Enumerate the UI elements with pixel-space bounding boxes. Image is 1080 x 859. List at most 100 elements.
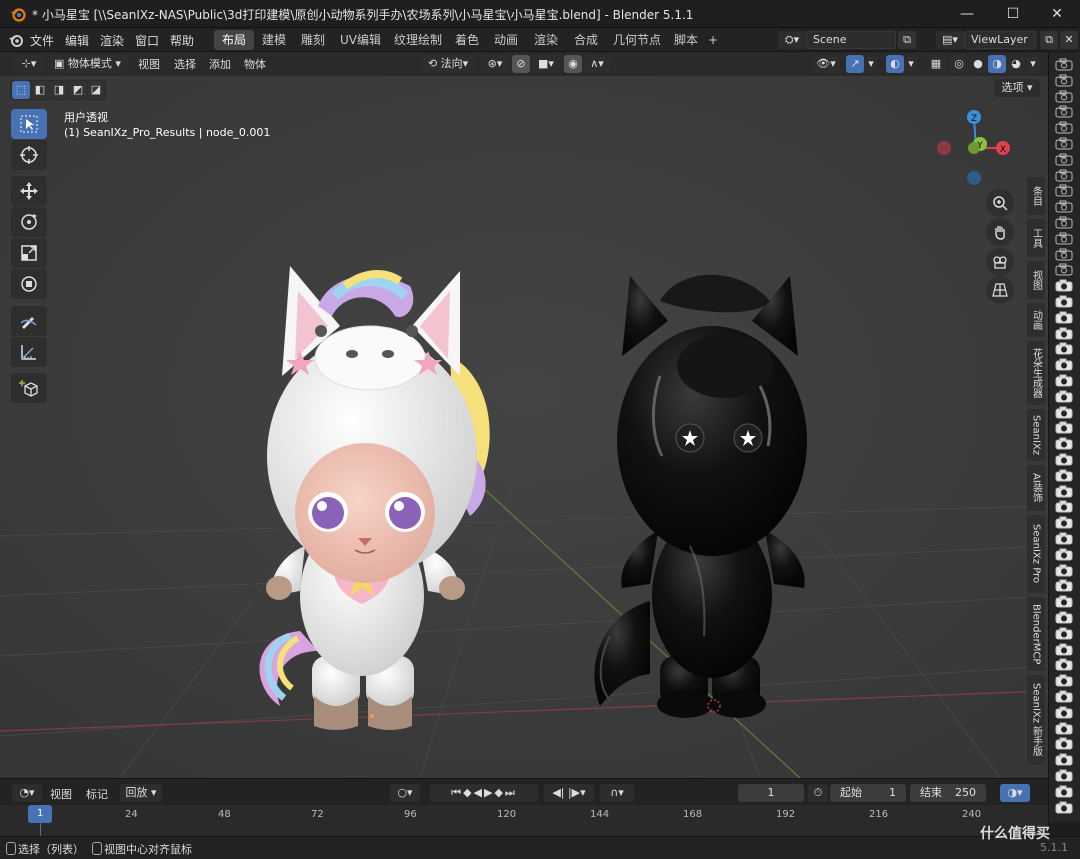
tab-texture-paint[interactable]: 纹理绘制 [386, 30, 450, 50]
menu-window[interactable]: 窗口 [135, 32, 159, 49]
sidebar-tab-item[interactable]: 条目 [1026, 176, 1046, 216]
sidebar-tab-blendermcp[interactable]: BlenderMCP [1026, 596, 1046, 672]
tab-layout[interactable]: 布局 [214, 30, 255, 50]
select-extend-icon[interactable]: ◧ [31, 81, 49, 99]
snap-target-icon[interactable]: ■▾ [532, 55, 560, 73]
start-frame-field[interactable]: 起始 1 [830, 784, 906, 802]
close-button[interactable]: ✕ [1042, 4, 1072, 24]
mode-selector[interactable]: ▣ 物体模式 ▾ [48, 55, 128, 73]
visibility-icon[interactable]: 👁▾ [812, 55, 840, 73]
copy-viewlayer-icon[interactable]: ⧉ [1040, 31, 1058, 49]
render-toggle-camera-icon[interactable] [1055, 532, 1073, 545]
gizmo-dropdown-icon[interactable]: ▾ [864, 55, 878, 73]
select-new-icon[interactable]: ⬚ [12, 81, 30, 99]
render-toggle-camera-icon[interactable] [1055, 216, 1073, 229]
falloff-icon[interactable]: ∧▾ [584, 55, 610, 73]
shading-dropdown-icon[interactable]: ▾ [1026, 55, 1040, 73]
render-toggle-camera-icon[interactable] [1055, 769, 1073, 782]
proportional-edit-icon[interactable]: ◉ [564, 55, 582, 73]
remove-viewlayer-icon[interactable]: ✕ [1060, 31, 1078, 49]
rotate-tool[interactable] [11, 207, 47, 237]
render-toggle-camera-icon[interactable] [1055, 801, 1073, 814]
render-toggle-camera-icon[interactable] [1055, 74, 1073, 87]
viewport-menu-view[interactable]: 视图 [138, 56, 160, 72]
render-toggle-camera-icon[interactable] [1055, 485, 1073, 498]
render-toggle-camera-icon[interactable] [1055, 579, 1073, 592]
gizmo-toggle-icon[interactable]: ↗ [846, 55, 864, 73]
render-toggle-camera-icon[interactable] [1055, 453, 1073, 466]
render-toggle-camera-icon[interactable] [1055, 169, 1073, 182]
scale-tool[interactable] [11, 238, 47, 268]
render-toggle-camera-icon[interactable] [1055, 358, 1073, 371]
minimize-button[interactable]: — [952, 4, 982, 24]
render-toggle-camera-icon[interactable] [1055, 153, 1073, 166]
render-toggle-camera-icon[interactable] [1055, 342, 1073, 355]
tab-compositing[interactable]: 合成 [566, 30, 606, 50]
render-toggle-camera-icon[interactable] [1055, 406, 1073, 419]
solid-shading-icon[interactable]: ● [969, 55, 987, 73]
transform-tool[interactable] [11, 269, 47, 299]
timeline-menu-playback[interactable]: 回放 ▾ [120, 784, 162, 802]
keyframe-jump-controls[interactable]: ◀| |▶▾ [544, 784, 594, 802]
add-cube-tool[interactable] [11, 373, 47, 403]
render-toggle-camera-icon[interactable] [1055, 421, 1073, 434]
options-dropdown[interactable]: 选项 ▾ [994, 79, 1040, 97]
render-toggle-camera-icon[interactable] [1055, 105, 1073, 118]
navigation-gizmo[interactable]: Z X Y [930, 106, 1022, 190]
render-toggle-camera-icon[interactable] [1055, 184, 1073, 197]
transform-orientation-selector[interactable]: ⟲ 法向▾ [420, 55, 476, 73]
overlay-dropdown-icon[interactable]: ▾ [904, 55, 918, 73]
wireframe-shading-icon[interactable]: ◎ [950, 55, 968, 73]
editor-type-button[interactable]: ⊹▾ [12, 55, 46, 73]
overlay-toggle-icon[interactable]: ◐ [886, 55, 904, 73]
timeline-menu-marker[interactable]: 标记 [86, 786, 108, 802]
timeline-menu-view[interactable]: 视图 [50, 786, 72, 802]
timeline-editor-type-icon[interactable]: ◔▾ [12, 784, 42, 802]
sidebar-tab-view[interactable]: 视图 [1026, 260, 1046, 300]
tab-rendering[interactable]: 渲染 [526, 30, 566, 50]
render-toggle-camera-icon[interactable] [1055, 658, 1073, 671]
scene-selector[interactable]: Scene [806, 31, 896, 49]
render-toggle-camera-icon[interactable] [1055, 737, 1073, 750]
tab-shading[interactable]: 着色 [447, 30, 487, 50]
tab-geometry-nodes[interactable]: 几何节点 [605, 30, 669, 50]
move-tool[interactable] [11, 176, 47, 206]
render-toggle-camera-icon[interactable] [1055, 500, 1073, 513]
viewport-menu-object[interactable]: 物体 [244, 56, 266, 72]
render-toggle-camera-icon[interactable] [1055, 390, 1073, 403]
measure-tool[interactable] [11, 337, 47, 367]
pivot-point-icon[interactable]: ⊛▾ [480, 55, 510, 73]
render-toggle-camera-icon[interactable] [1055, 690, 1073, 703]
playback-controls[interactable]: ⏮◆◀▶◆⏭ [430, 784, 538, 802]
material-preview-icon[interactable]: ◑ [988, 55, 1006, 73]
render-toggle-camera-icon[interactable] [1055, 595, 1073, 608]
render-toggle-camera-icon[interactable] [1055, 58, 1073, 71]
tab-animation[interactable]: 动画 [486, 30, 526, 50]
render-toggle-camera-icon[interactable] [1055, 263, 1073, 276]
render-toggle-camera-icon[interactable] [1055, 548, 1073, 561]
render-toggle-camera-icon[interactable] [1055, 516, 1073, 529]
zoom-button[interactable] [986, 189, 1014, 217]
render-toggle-camera-icon[interactable] [1055, 722, 1073, 735]
tab-uv-editing[interactable]: UV编辑 [332, 30, 389, 50]
sidebar-tab-flower-generator[interactable]: 花朵生成器 [1026, 340, 1046, 406]
3d-viewport[interactable]: ⬚ ◧ ◨ ◩ ◪ 用户透视 (1) SeanIXz_Pro_Results |… [0, 76, 1048, 778]
viewlayer-icon[interactable]: ▤▾ [936, 31, 964, 49]
sidebar-tab-animation[interactable]: 动画 [1026, 302, 1046, 338]
pin-scene-icon[interactable]: ⧉ [898, 31, 916, 49]
sidebar-tab-seanixz-pro[interactable]: SeanIXz Pro [1026, 514, 1046, 594]
sidebar-tab-tool[interactable]: 工具 [1026, 218, 1046, 258]
sidebar-tab-seanixz[interactable]: SeanIXz [1026, 408, 1046, 462]
render-toggle-camera-icon[interactable] [1055, 674, 1073, 687]
viewport-menu-select[interactable]: 选择 [174, 56, 196, 72]
menu-help[interactable]: 帮助 [170, 32, 194, 49]
scene-type-icon[interactable]: ⛭▾ [778, 31, 806, 49]
stopwatch-icon[interactable]: ⏱ [808, 784, 828, 802]
render-toggle-camera-icon[interactable] [1055, 437, 1073, 450]
select-box-tool[interactable] [11, 109, 47, 139]
render-toggle-camera-icon[interactable] [1055, 785, 1073, 798]
auto-keying-icon[interactable]: ∩▾ [600, 784, 634, 802]
render-toggle-camera-icon[interactable] [1055, 121, 1073, 134]
render-toggle-camera-icon[interactable] [1055, 706, 1073, 719]
tab-modeling[interactable]: 建模 [254, 30, 294, 50]
